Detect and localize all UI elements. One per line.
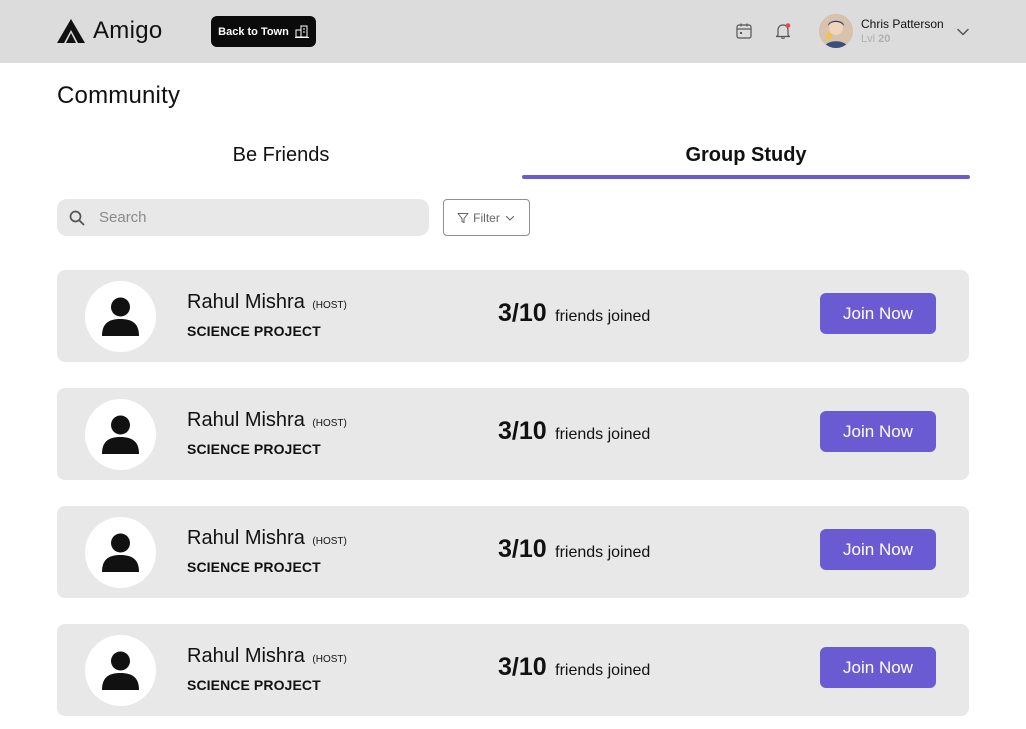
joined-count-value: 3/10: [498, 653, 547, 681]
brand-logo[interactable]: Amigo: [57, 17, 163, 45]
top-bar: Amigo Back to Town Chris Patterson Lvl 2…: [0, 0, 1026, 63]
join-now-button[interactable]: Join Now: [820, 647, 936, 688]
host-name-text: Rahul Mishra: [187, 291, 305, 313]
amigo-logo-icon: [57, 19, 85, 43]
joined-count-text: friends joined: [555, 308, 651, 325]
user-level-value: 20: [878, 33, 891, 45]
user-level-prefix: Lvl: [861, 33, 876, 45]
host-name: Rahul Mishra (HOST): [187, 409, 347, 432]
project-name: SCIENCE PROJECT: [187, 677, 321, 693]
back-to-town-label: Back to Town: [218, 25, 289, 38]
joined-count-text: friends joined: [555, 544, 651, 561]
chevron-down-icon[interactable]: [956, 25, 970, 39]
join-now-button[interactable]: Join Now: [820, 529, 936, 570]
host-name: Rahul Mishra (HOST): [187, 291, 347, 314]
group-card: Rahul Mishra (HOST) SCIENCE PROJECT 3/10…: [57, 506, 969, 598]
host-tag: (HOST): [312, 536, 347, 547]
user-name: Chris Patterson: [861, 17, 944, 31]
host-name-text: Rahul Mishra: [187, 645, 305, 667]
host-tag: (HOST): [312, 654, 347, 665]
user-icon: [102, 651, 139, 690]
join-now-button[interactable]: Join Now: [820, 411, 936, 452]
host-name: Rahul Mishra (HOST): [187, 645, 347, 668]
join-now-button[interactable]: Join Now: [820, 293, 936, 334]
joined-count-value: 3/10: [498, 535, 547, 563]
host-avatar: [85, 281, 156, 352]
project-name: SCIENCE PROJECT: [187, 441, 321, 457]
search-input[interactable]: [99, 209, 399, 226]
filter-label: Filter: [473, 210, 500, 225]
page-title: Community: [57, 82, 181, 109]
host-tag: (HOST): [312, 418, 347, 429]
filter-button[interactable]: Filter: [443, 199, 530, 236]
user-icon: [102, 415, 139, 454]
buildings-icon: [294, 25, 309, 38]
host-name-text: Rahul Mishra: [187, 527, 305, 549]
notification-dot: [785, 23, 791, 28]
bell-icon[interactable]: [774, 22, 792, 40]
host-avatar: [85, 399, 156, 470]
joined-count-value: 3/10: [498, 299, 547, 327]
joined-count: 3/10 friends joined: [498, 299, 650, 328]
project-name: SCIENCE PROJECT: [187, 559, 321, 575]
search-icon: [69, 210, 85, 225]
user-icon: [102, 297, 139, 336]
host-tag: (HOST): [312, 300, 347, 311]
project-name: SCIENCE PROJECT: [187, 323, 321, 339]
funnel-icon: [457, 212, 469, 223]
brand-name: Amigo: [93, 17, 163, 44]
joined-count: 3/10 friends joined: [498, 653, 650, 682]
back-to-town-button[interactable]: Back to Town: [211, 16, 316, 47]
joined-count-value: 3/10: [498, 417, 547, 445]
calendar-icon[interactable]: [735, 22, 753, 40]
search-box: [57, 199, 429, 236]
host-avatar: [85, 517, 156, 588]
avatar[interactable]: [819, 14, 853, 48]
host-avatar: [85, 635, 156, 706]
tab-be-friends[interactable]: Be Friends: [57, 144, 505, 180]
user-level: Lvl 20: [861, 33, 890, 45]
joined-count-text: friends joined: [555, 426, 651, 443]
joined-count: 3/10 friends joined: [498, 417, 650, 446]
group-card: Rahul Mishra (HOST) SCIENCE PROJECT 3/10…: [57, 624, 969, 716]
host-name-text: Rahul Mishra: [187, 409, 305, 431]
group-card: Rahul Mishra (HOST) SCIENCE PROJECT 3/10…: [57, 270, 969, 362]
active-tab-indicator: [522, 175, 970, 179]
group-card: Rahul Mishra (HOST) SCIENCE PROJECT 3/10…: [57, 388, 969, 480]
joined-count: 3/10 friends joined: [498, 535, 650, 564]
joined-count-text: friends joined: [555, 662, 651, 679]
chevron-down-icon: [505, 215, 514, 221]
user-icon: [102, 533, 139, 572]
host-name: Rahul Mishra (HOST): [187, 527, 347, 550]
